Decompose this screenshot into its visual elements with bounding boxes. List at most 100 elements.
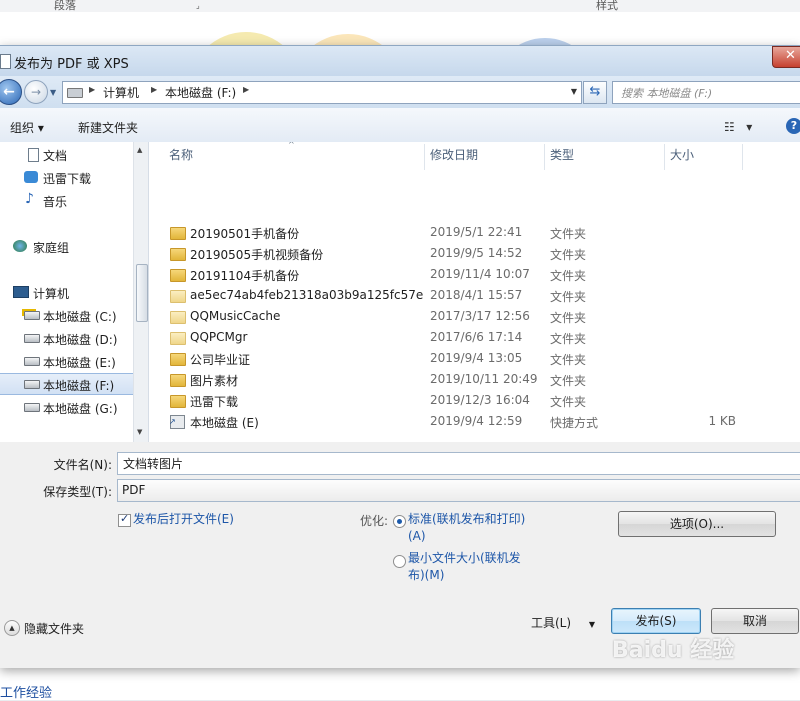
file-row[interactable]: 迅雷下载 2019/12/3 16:04 文件夹 [149,390,800,411]
nav-item-label: 文档 [43,149,68,163]
file-row[interactable]: 公司毕业证 2019/9/4 13:05 文件夹 [149,348,800,369]
standard-optimize-label[interactable]: 标准(联机发布和打印) (A) [408,511,525,545]
file-row[interactable]: QQPCMgr 2017/6/6 17:14 文件夹 [149,327,800,348]
nav-item-homegroup[interactable]: 家庭组 [0,236,146,256]
close-button[interactable]: ✕ [772,46,800,68]
tools-menu[interactable]: 工具(L) ▼ [531,614,595,631]
chevron-right-icon[interactable]: ▶ [243,85,249,94]
folder-icon [170,227,186,240]
file-type: 文件夹 [550,311,587,325]
column-header-type[interactable]: 类型 [550,146,574,168]
nav-item-label: 本地磁盘 (C:) [43,310,117,324]
nav-item-computer[interactable]: 计算机 [0,282,146,302]
baidu-jingyan-watermark: Baidu 经验 [612,638,735,663]
nav-item-label: 本地磁盘 (G:) [43,402,118,416]
forward-button[interactable]: → [24,80,48,104]
breadcrumb-local-disk-f[interactable]: 本地磁盘 (F:) [165,84,236,101]
nav-item-drive-c[interactable]: 本地磁盘 (C:) [0,305,146,325]
nav-item-music[interactable]: ♪ 音乐 [0,190,146,210]
file-date: 2017/3/17 12:56 [430,309,530,323]
search-input[interactable] [619,84,793,102]
recent-pages-dropdown[interactable]: ▼ [50,88,56,97]
navigation-pane: 文档 迅雷下载 ♪ 音乐 家庭组 计算机 本地磁盘 (C:) 本地磁盘 (D:) [0,142,149,442]
file-name: QQPCMgr [190,330,248,344]
file-row[interactable]: 20190501手机备份 2019/5/1 22:41 文件夹 [149,222,800,243]
close-icon: ✕ [785,48,796,63]
dialog-titlebar[interactable]: 发布为 PDF 或 XPS ✕ [0,46,800,76]
nav-item-drive-d[interactable]: 本地磁盘 (D:) [0,328,146,348]
computer-icon [13,286,29,298]
options-button[interactable]: 选项(O)... [618,511,776,537]
document-icon [28,148,39,162]
cancel-button[interactable]: 取消 [711,608,799,634]
column-divider[interactable] [424,144,425,170]
nav-item-drive-g[interactable]: 本地磁盘 (G:) [0,397,146,417]
search-box[interactable] [612,81,800,104]
open-after-publish-checkbox[interactable] [118,512,131,527]
column-header-date-modified[interactable]: 修改日期 [430,146,478,168]
file-row[interactable]: 20190505手机视频备份 2019/9/5 14:52 文件夹 [149,243,800,264]
address-dropdown-icon[interactable]: ▼ [571,87,577,96]
standard-optimize-radio[interactable] [393,515,406,528]
minimum-option-line: 布)(M) [408,568,445,582]
file-date: 2019/9/5 14:52 [430,246,523,260]
address-bar[interactable]: ▶ 计算机 ▶ 本地磁盘 (F:) ▶ ▼ [62,81,582,104]
column-header-name[interactable]: 名称 [169,146,193,168]
column-divider[interactable] [664,144,665,170]
back-button[interactable]: ← [0,79,22,105]
breadcrumb-computer[interactable]: 计算机 [103,84,139,101]
file-type: 文件夹 [550,248,587,262]
column-divider[interactable] [742,144,743,170]
file-date: 2019/11/4 10:07 [430,267,530,281]
filename-input[interactable] [121,455,785,471]
music-icon: ♪ [25,191,34,207]
minimum-size-radio[interactable] [393,555,406,568]
nav-item-label: 本地磁盘 (E:) [43,356,116,370]
hide-folders-label: 隐藏文件夹 [24,622,85,636]
open-after-publish-label[interactable]: 发布后打开文件(E) [133,511,234,528]
file-row[interactable]: 本地磁盘 (E) 2019/9/4 12:59 快捷方式 1 KB [149,411,800,432]
sort-ascending-icon: ^ [288,142,295,149]
dialog-launcher-icon[interactable]: ⌟ [196,1,200,10]
drive-icon [24,357,40,366]
nav-pane-scrollbar[interactable]: ▲ ▼ [133,142,148,442]
chevron-right-icon[interactable]: ▶ [89,85,95,94]
chevron-right-icon[interactable]: ▶ [151,85,157,94]
nav-item-xunlei-downloads[interactable]: 迅雷下载 [0,167,146,187]
file-date: 2018/4/1 15:57 [430,288,523,302]
nav-item-label: 计算机 [33,287,70,301]
filename-field[interactable] [117,452,800,475]
nav-item-label: 本地磁盘 (F:) [43,379,115,393]
scroll-down-icon[interactable]: ▼ [137,428,142,436]
file-row[interactable]: 20191104手机备份 2019/11/4 10:07 文件夹 [149,264,800,285]
minimum-size-label[interactable]: 最小文件大小(联机发 布)(M) [408,550,521,584]
help-icon[interactable]: ? [786,118,800,134]
nav-item-drive-f[interactable]: 本地磁盘 (F:) [0,373,147,395]
publish-button[interactable]: 发布(S) [611,608,701,634]
file-type: 文件夹 [550,374,587,388]
column-divider[interactable] [544,144,545,170]
scrollbar-thumb[interactable] [136,264,148,322]
chevron-down-icon: ▼ [588,620,596,629]
file-row[interactable]: ae5ec74ab4feb21318a03b9a125fc57e 2018/4/… [149,285,800,306]
nav-item-drive-e[interactable]: 本地磁盘 (E:) [0,351,146,371]
filename-label: 文件名(N): [53,458,112,472]
tools-label: 工具(L) [531,616,572,630]
refresh-button[interactable]: ⇆ [583,81,607,104]
savetype-select[interactable]: PDF [117,479,800,502]
file-row[interactable]: QQMusicCache 2017/3/17 12:56 文件夹 [149,306,800,327]
view-options-icon[interactable]: ☷ ▾ [724,120,752,134]
scroll-up-icon[interactable]: ▲ [137,146,142,154]
organize-menu[interactable]: 组织 ▾ [10,119,44,136]
column-header-size[interactable]: 大小 [670,146,694,168]
nav-item-documents[interactable]: 文档 [0,144,146,164]
column-header-label: 名称 [169,148,194,162]
document-heading-work-experience: 工作经验 [0,686,53,701]
new-folder-button[interactable]: 新建文件夹 [78,119,138,136]
publish-pdf-xps-dialog: 发布为 PDF 或 XPS ✕ ← → ▼ ▶ 计算机 ▶ 本地磁盘 (F:) … [0,45,800,668]
minimum-option-line: 最小文件大小(联机发 [408,551,521,565]
refresh-icon: ⇆ [589,84,601,99]
file-date: 2019/9/4 13:05 [430,351,523,365]
file-size: 1 KB [708,414,736,428]
file-row[interactable]: 图片素材 2019/10/11 20:49 文件夹 [149,369,800,390]
